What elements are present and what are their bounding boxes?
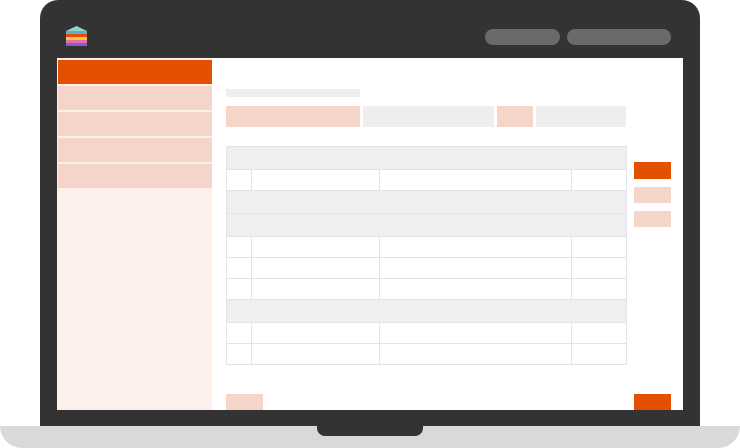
table-cell xyxy=(227,258,252,278)
table-cell xyxy=(572,323,627,343)
table-cell xyxy=(252,237,380,257)
stacked-books-logo-icon[interactable] xyxy=(66,26,87,48)
table-cell xyxy=(227,344,252,364)
table-cell xyxy=(227,237,252,257)
table-row[interactable] xyxy=(227,279,627,300)
table-group-row xyxy=(227,214,627,237)
table-cell xyxy=(227,279,252,299)
main-content xyxy=(212,58,683,410)
table-cell xyxy=(252,344,380,364)
tab-1[interactable] xyxy=(226,106,360,127)
table-cell xyxy=(252,279,380,299)
tab-2[interactable] xyxy=(363,106,494,127)
sidebar-item-4[interactable] xyxy=(58,138,212,162)
table-row[interactable] xyxy=(227,170,627,191)
table-cell xyxy=(380,258,572,278)
table-cell xyxy=(380,344,572,364)
top-bar xyxy=(57,17,683,58)
header-pill-button-2[interactable] xyxy=(567,29,671,45)
header-pill-button-1[interactable] xyxy=(485,29,560,45)
table-cell xyxy=(380,323,572,343)
page-title xyxy=(226,89,360,97)
table-cell xyxy=(380,170,572,190)
table-row[interactable] xyxy=(227,237,627,258)
table-row[interactable] xyxy=(227,258,627,279)
table-group-row xyxy=(227,191,627,214)
table-cell xyxy=(572,258,627,278)
table-group-row xyxy=(227,147,627,170)
table-cell xyxy=(572,279,627,299)
table-row[interactable] xyxy=(227,323,627,344)
table-cell xyxy=(380,237,572,257)
table-cell xyxy=(252,323,380,343)
table-cell xyxy=(380,279,572,299)
laptop-notch xyxy=(317,426,423,436)
tab-4[interactable] xyxy=(536,106,626,127)
table-cell xyxy=(227,323,252,343)
app-window xyxy=(57,17,683,410)
tab-3[interactable] xyxy=(497,106,533,127)
table-cell xyxy=(572,170,627,190)
sidebar-item-1[interactable] xyxy=(58,60,212,84)
table-cell xyxy=(252,170,380,190)
table-cell xyxy=(252,258,380,278)
table-cell xyxy=(227,170,252,190)
footer-primary-button[interactable] xyxy=(634,394,671,410)
footer-secondary-button[interactable] xyxy=(226,394,263,410)
secondary-action-button-1[interactable] xyxy=(634,187,671,203)
sidebar-item-2[interactable] xyxy=(58,86,212,110)
table-cell xyxy=(572,237,627,257)
table-group-row xyxy=(227,300,627,323)
sidebar-item-5[interactable] xyxy=(58,164,212,188)
primary-action-button[interactable] xyxy=(634,162,671,179)
sidebar xyxy=(57,58,212,410)
data-table xyxy=(226,146,627,365)
sidebar-item-3[interactable] xyxy=(58,112,212,136)
table-cell xyxy=(572,344,627,364)
table-row[interactable] xyxy=(227,344,627,365)
secondary-action-button-2[interactable] xyxy=(634,211,671,227)
